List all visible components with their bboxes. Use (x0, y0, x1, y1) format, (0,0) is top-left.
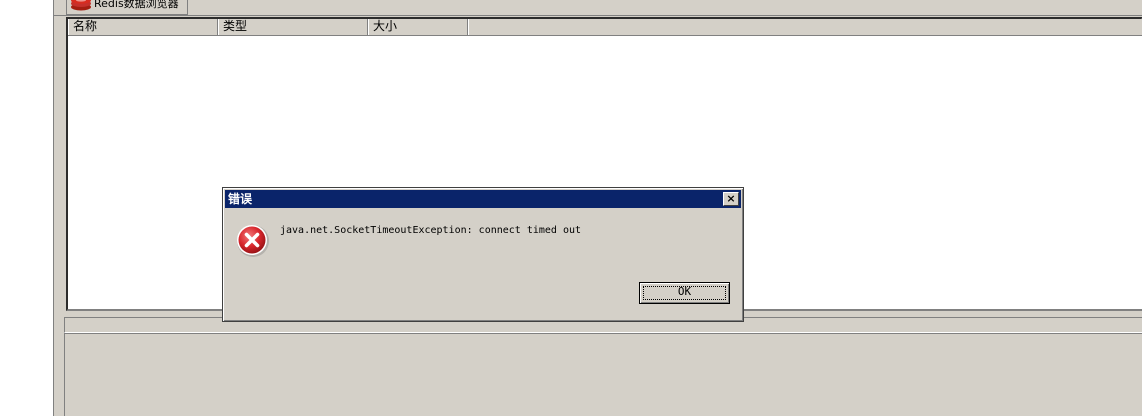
column-header-filler (468, 19, 1142, 35)
error-dialog: 错误 × java.net.SocketTimeoutException: co… (222, 187, 744, 322)
table-header: 名称 类型 大小 (68, 19, 1142, 36)
close-button[interactable]: × (723, 192, 739, 206)
column-header-size[interactable]: 大小 (368, 19, 468, 35)
screen: Redis数据浏览器 名称 类型 大小 错误 × java.net.Socket… (0, 0, 1142, 416)
dialog-titlebar[interactable]: 错误 × (225, 190, 741, 208)
column-header-type[interactable]: 类型 (218, 19, 368, 35)
error-message: java.net.SocketTimeoutException: connect… (280, 225, 582, 236)
error-icon (236, 224, 270, 258)
bottom-panel (64, 333, 1142, 416)
tab-strip: Redis数据浏览器 (54, 0, 1142, 16)
column-header-name[interactable]: 名称 (68, 19, 218, 35)
redis-icon (70, 0, 92, 11)
ok-button[interactable]: OK (639, 282, 730, 304)
dialog-title: 错误 (228, 192, 253, 206)
tab-label: Redis数据浏览器 (94, 0, 179, 10)
tab-redis-browser[interactable]: Redis数据浏览器 (66, 0, 188, 15)
ok-button-label: OK (677, 285, 692, 298)
